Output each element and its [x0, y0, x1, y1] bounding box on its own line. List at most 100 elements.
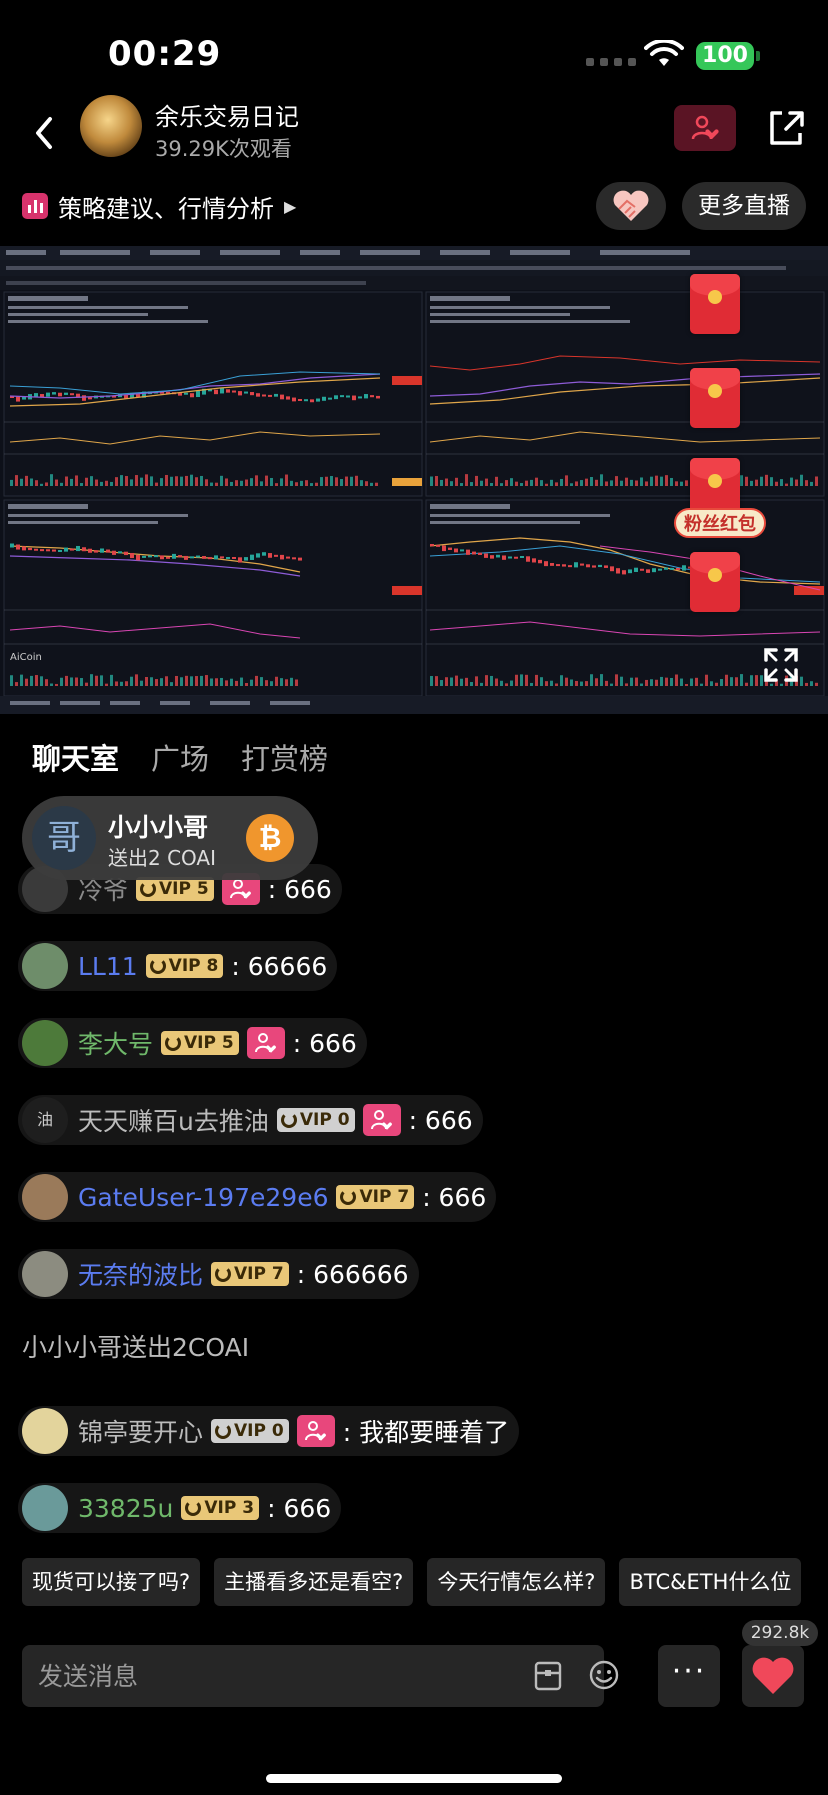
user-avatar[interactable]: [22, 1174, 68, 1220]
user-avatar[interactable]: [22, 1020, 68, 1066]
candle: [496, 554, 500, 558]
user-avatar[interactable]: [22, 1251, 68, 1297]
volume-bar: [635, 677, 638, 686]
more-live-button[interactable]: 更多直播: [682, 182, 806, 230]
topic-link[interactable]: 策略建议、行情分析 ▶: [22, 190, 296, 223]
volume-bar: [255, 475, 258, 486]
tab-square[interactable]: 广场: [151, 736, 209, 778]
topic-label: 策略建议、行情分析: [58, 194, 274, 223]
volume-bar: [580, 480, 583, 486]
user-avatar[interactable]: [22, 1485, 68, 1531]
message-input[interactable]: [38, 1645, 418, 1707]
volume-bar: [460, 483, 463, 486]
volume-bar: [500, 680, 503, 686]
candle: [310, 399, 314, 403]
volume-bar: [695, 677, 698, 686]
gift-button[interactable]: [596, 182, 666, 230]
volume-bar: [660, 476, 663, 486]
candle: [514, 556, 518, 559]
user-avatar[interactable]: [22, 1408, 68, 1454]
volume-bar: [115, 477, 118, 486]
back-arrow-icon[interactable]: [30, 113, 60, 153]
fullscreen-icon[interactable]: [762, 646, 800, 684]
user-avatar[interactable]: [22, 943, 68, 989]
chat-username[interactable]: 锦亭要开心: [78, 1413, 203, 1449]
volume-bar: [620, 480, 623, 486]
candle: [256, 553, 260, 558]
live-video[interactable]: [0, 246, 828, 714]
volume-bar: [185, 675, 188, 686]
red-packet-1[interactable]: [690, 274, 740, 334]
card-icon[interactable]: [534, 1661, 562, 1691]
chat-message-text: : 666: [408, 1105, 473, 1135]
volume-bar: [290, 677, 293, 686]
volume-bar: [600, 474, 603, 486]
volume-bar: [765, 474, 768, 486]
chat-username[interactable]: 无奈的波比: [78, 1256, 203, 1292]
volume-bar: [555, 683, 558, 686]
volume-bar: [225, 680, 228, 686]
candle: [184, 555, 188, 560]
volume-bar: [620, 676, 623, 686]
candle: [34, 548, 38, 551]
volume-bar: [160, 678, 163, 686]
quick-reply-3[interactable]: 今天行情怎么样?: [427, 1558, 606, 1606]
red-packet-2[interactable]: [690, 368, 740, 428]
quick-reply-4[interactable]: BTC&ETH什么位: [619, 1558, 802, 1606]
candle: [670, 567, 674, 570]
volume-bar: [685, 683, 688, 686]
quick-reply-1[interactable]: 现货可以接了吗?: [22, 1558, 201, 1606]
volume-bar: [615, 674, 618, 686]
user-avatar[interactable]: 油: [22, 1097, 68, 1143]
chat-username[interactable]: GateUser-197e29e6: [78, 1183, 328, 1212]
volume-bar: [745, 682, 748, 686]
volume-bar: [270, 477, 273, 486]
like-button[interactable]: [742, 1645, 804, 1707]
volume-bar: [300, 480, 303, 486]
tab-tip-ranking[interactable]: 打赏榜: [241, 736, 328, 778]
follow-button[interactable]: [674, 105, 736, 151]
volume-bar: [545, 483, 548, 486]
volume-bar: [515, 674, 518, 686]
candle: [154, 555, 158, 558]
streamer-name[interactable]: 余乐交易日记: [155, 97, 299, 132]
volume-bar: [685, 480, 688, 486]
more-options-button[interactable]: ···: [658, 1645, 720, 1707]
emoji-icon[interactable]: [588, 1659, 620, 1691]
tab-chatroom[interactable]: 聊天室: [32, 736, 119, 778]
share-icon[interactable]: [766, 105, 806, 149]
volume-bar: [450, 481, 453, 486]
volume-bar: [585, 681, 588, 686]
quick-reply-2[interactable]: 主播看多还是看空?: [214, 1558, 414, 1606]
heart-icon: [752, 1657, 794, 1694]
volume-bar: [180, 476, 183, 486]
volume-bar: [50, 474, 53, 486]
volume-bar: [490, 482, 493, 486]
chat-username[interactable]: 33825u: [78, 1494, 173, 1523]
chat-message-text: : 我都要睡着了: [342, 1418, 510, 1447]
red-packet-4[interactable]: [690, 552, 740, 612]
chat-message-text: : 666: [292, 1028, 357, 1058]
streamer-avatar[interactable]: [80, 95, 142, 157]
chat-username[interactable]: 李大号: [78, 1025, 153, 1061]
candle: [214, 389, 218, 395]
chat-username[interactable]: 天天赚百u去推油: [78, 1102, 269, 1138]
fan-red-packet-label[interactable]: 粉丝红包: [674, 508, 766, 538]
volume-bar: [75, 475, 78, 486]
candle: [208, 557, 212, 560]
volume-bar: [500, 483, 503, 486]
volume-bar: [505, 480, 508, 486]
candle: [574, 562, 578, 568]
candle: [298, 557, 302, 561]
volume-bar: [705, 674, 708, 686]
vip-badge: VIP 5: [161, 1031, 239, 1055]
volume-bar: [30, 478, 33, 486]
volume-bar: [40, 483, 43, 486]
chat-username[interactable]: LL11: [78, 952, 138, 981]
candle: [358, 396, 362, 399]
candle: [370, 395, 374, 398]
volume-bar: [605, 680, 608, 686]
candle: [190, 556, 194, 559]
candle: [112, 550, 116, 555]
volume-bar: [735, 677, 738, 686]
